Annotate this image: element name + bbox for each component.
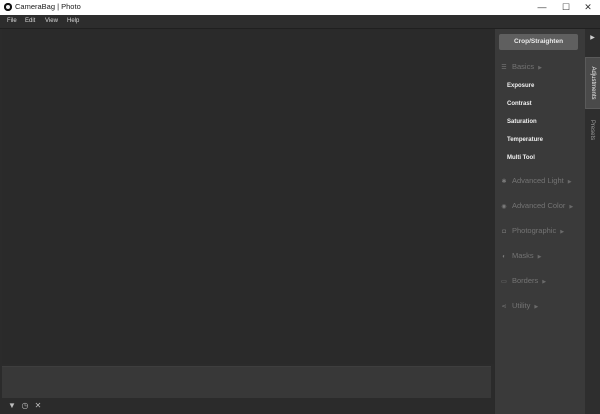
arrow-right-icon: ▶ xyxy=(567,179,572,185)
menu-bar: File Edit View Help xyxy=(0,15,600,29)
maximize-button[interactable]: ☐ xyxy=(554,0,578,15)
menu-view[interactable]: View xyxy=(45,17,58,26)
color-drop-icon: ◉ xyxy=(501,204,507,210)
section-label: Photographic xyxy=(512,226,557,235)
camera-icon: ◘ xyxy=(502,229,506,235)
section-label: Borders xyxy=(512,276,539,285)
arrow-right-icon: ▶ xyxy=(560,229,565,235)
section-borders[interactable]: ▭ Borders ▶ xyxy=(499,275,546,287)
right-tab-strip: ▶ Adjustments Presets xyxy=(585,29,600,414)
basics-item-exposure[interactable]: Exposure xyxy=(507,82,534,90)
basics-item-multi-tool[interactable]: Multi Tool xyxy=(507,154,535,162)
sun-icon: ✱ xyxy=(501,179,507,185)
section-label: Advanced Color xyxy=(512,201,566,210)
arrow-right-icon: ▶ xyxy=(542,279,547,285)
app-logo-icon xyxy=(4,3,12,11)
section-label: Basics xyxy=(512,62,535,71)
section-basics[interactable]: ☰ Basics ▶ xyxy=(499,61,542,73)
window-title: CameraBag | Photo xyxy=(15,2,81,11)
mask-icon: ◐ xyxy=(502,254,506,260)
title-bar: CameraBag | Photo — ☐ ✕ xyxy=(0,0,600,16)
section-utility[interactable]: ⋖ Utility ▶ xyxy=(499,300,538,312)
filmstrip-area[interactable] xyxy=(2,366,491,398)
menu-help[interactable]: Help xyxy=(67,17,79,26)
section-masks[interactable]: ◐ Masks ▶ xyxy=(499,250,542,262)
tab-presets[interactable]: Presets xyxy=(585,113,599,147)
adjustments-panel: Crop/Straighten ☰ Basics ▶ Exposure Contra… xyxy=(494,29,586,414)
menu-file[interactable]: File xyxy=(7,17,17,26)
footer-bar: ▼ ◷ ✕ xyxy=(0,398,494,414)
section-advanced-color[interactable]: ◉ Advanced Color ▶ xyxy=(499,200,573,212)
tab-adjustments[interactable]: Adjustments xyxy=(585,57,600,109)
collapse-panel-icon[interactable]: ▶ xyxy=(585,32,600,44)
section-photographic[interactable]: ◘ Photographic ▶ xyxy=(499,225,564,237)
arrow-right-icon: ▶ xyxy=(538,65,542,71)
crop-straighten-button[interactable]: Crop/Straighten xyxy=(499,34,578,50)
arrow-right-icon: ▶ xyxy=(569,204,574,210)
section-advanced-light[interactable]: ✱ Advanced Light ▶ xyxy=(499,175,572,187)
share-nodes-icon: ⋖ xyxy=(501,304,507,310)
section-label: Advanced Light xyxy=(512,176,564,185)
photo-canvas[interactable] xyxy=(2,29,494,364)
timer-icon[interactable]: ◷ xyxy=(20,401,30,411)
basics-item-saturation[interactable]: Saturation xyxy=(507,118,537,126)
minimize-button[interactable]: — xyxy=(530,0,554,15)
tab-label: Adjustments xyxy=(590,66,596,100)
basics-item-temperature[interactable]: Temperature xyxy=(507,136,543,144)
arrow-right-icon: ▶ xyxy=(534,304,539,310)
close-button[interactable]: ✕ xyxy=(576,0,600,15)
arrow-right-icon: ▶ xyxy=(537,254,542,260)
sliders-icon: ☰ xyxy=(501,65,507,71)
basics-item-contrast[interactable]: Contrast xyxy=(507,100,532,108)
tab-label: Presets xyxy=(589,119,595,141)
section-label: Masks xyxy=(512,251,534,260)
menu-edit[interactable]: Edit xyxy=(25,17,35,26)
triangle-down-icon[interactable]: ▼ xyxy=(7,401,17,411)
section-label: Utility xyxy=(512,301,531,310)
border-frame-icon: ▭ xyxy=(501,279,507,285)
close-icon[interactable]: ✕ xyxy=(33,401,43,411)
